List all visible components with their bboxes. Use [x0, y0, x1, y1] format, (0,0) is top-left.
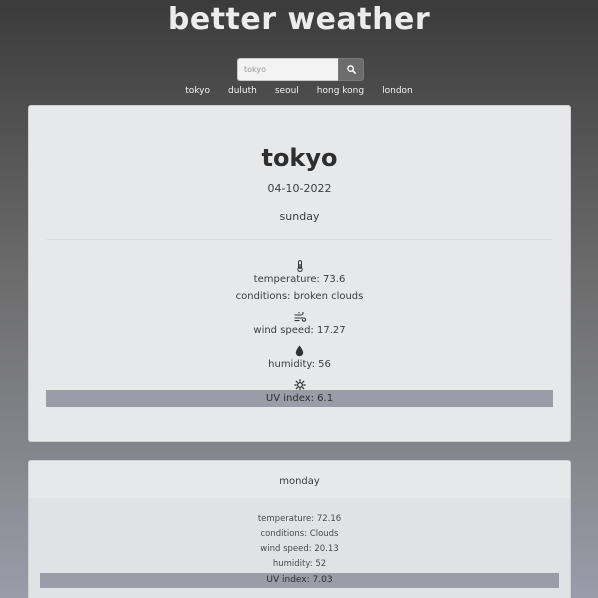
forecast-humidity-text: humidity: 52: [272, 559, 327, 569]
forecast-temperature-text: temperature: 72.16: [257, 514, 342, 524]
current-date: 04-10-2022: [267, 182, 332, 195]
temperature-text: temperature: 73.6: [253, 274, 346, 285]
forecast-conditions-text: conditions: Clouds: [260, 529, 339, 539]
search-bar: [237, 58, 364, 81]
wind-icon: [29, 308, 570, 322]
search-icon: [346, 65, 356, 74]
city-link-hong-kong[interactable]: hong kong: [317, 86, 364, 96]
forecast-details: temperature: 72.16 conditions: Clouds wi…: [29, 498, 570, 598]
app-title: better weather: [167, 2, 431, 37]
city-link-tokyo[interactable]: tokyo: [185, 86, 210, 96]
forecast-card: monday temperature: 72.16 conditions: Cl…: [28, 460, 571, 598]
uv-index-bar: UV index: 6.1: [46, 390, 553, 407]
city-link-seoul[interactable]: seoul: [275, 86, 299, 96]
humidity-text: humidity: 56: [268, 359, 331, 370]
forecast-wind-speed-text: wind speed: 20.13: [260, 544, 339, 554]
city-name: tokyo: [261, 144, 338, 172]
current-day: sunday: [279, 210, 320, 223]
current-weather-card: tokyo 04-10-2022 sunday temperature: 73.…: [28, 105, 571, 442]
wind-speed-text: wind speed: 17.27: [253, 325, 346, 336]
conditions-text: conditions: broken clouds: [235, 291, 364, 302]
divider: [47, 239, 552, 240]
city-links: tokyo duluth seoul hong kong london: [0, 86, 598, 96]
city-link-duluth[interactable]: duluth: [228, 86, 257, 96]
search-button[interactable]: [338, 58, 364, 81]
forecast-uv-index-bar: UV index: 7.03: [40, 573, 559, 588]
forecast-day: monday: [279, 476, 320, 487]
thermometer-icon: [29, 257, 570, 272]
sun-icon: [29, 376, 570, 391]
droplet-icon: [29, 342, 570, 357]
search-input[interactable]: [237, 58, 338, 81]
city-link-london[interactable]: london: [382, 86, 413, 96]
